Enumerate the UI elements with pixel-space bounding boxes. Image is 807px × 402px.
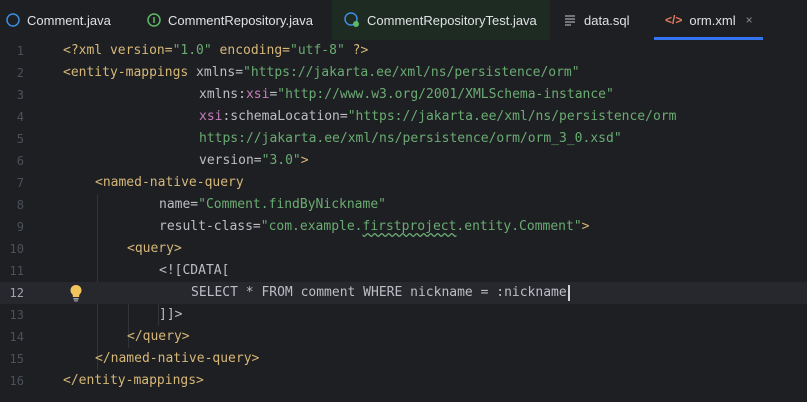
line-number: 11 [9,264,24,278]
line-number: 4 [16,110,24,124]
line-number: 3 [16,88,24,102]
editor-tab-bar: Comment.java CommentRepository.java Comm… [0,0,807,41]
code-text: <named-native-query [95,175,244,190]
code-line: 5 https://jakarta.ee/xml/ns/persistence/… [0,128,807,150]
line-number: 2 [16,66,24,80]
code-line: 9 result-class="com.example.firstproject… [0,216,807,238]
line-number: 14 [9,330,24,344]
code-line: 6 version="3.0"> [0,150,807,172]
line-number: 10 [9,242,24,256]
text-caret [567,284,570,301]
tab-label: CommentRepositoryTest.java [367,12,537,28]
code-text: version="3.0"> [199,153,309,168]
tab-label: orm.xml [689,12,736,28]
code-line: 2 <entity-mappings xmlns="https://jakart… [0,62,807,84]
tab-data-sql[interactable]: data.sql [563,0,643,40]
tab-comment-repository-java[interactable]: CommentRepository.java [147,0,317,40]
tab-label: data.sql [584,12,630,28]
line-number: 16 [9,374,24,388]
java-class-icon [6,13,20,27]
code-text: https://jakarta.ee/xml/ns/persistence/or… [199,131,622,146]
line-number: 9 [16,220,24,234]
code-text: result-class="com.example.firstproject.e… [159,219,590,234]
code-text: </query> [127,329,190,344]
interface-icon [147,13,161,27]
code-text: xsi:schemaLocation="https://jakarta.ee/x… [199,109,677,124]
code-line-current: 12 SELECT * FROM comment WHERE nickname … [0,282,807,304]
close-icon[interactable]: × [746,13,753,27]
code-editor[interactable]: 1 <?xml version="1.0" encoding="utf-8" ?… [0,40,807,402]
tab-label: Comment.java [27,12,111,28]
code-text: </entity-mappings> [63,373,204,388]
code-line: 14 </query> [0,326,807,348]
tab-comment-java[interactable]: Comment.java [6,0,126,40]
code-text: name="Comment.findByNickname" [159,197,386,212]
code-line: 1 <?xml version="1.0" encoding="utf-8" ?… [0,40,807,62]
code-text: ]]> [159,307,183,322]
code-text: <![CDATA[ [159,263,230,278]
code-line: 13 ]]> [0,304,807,326]
code-line: 7 <named-native-query [0,172,807,194]
code-text: <?xml version="1.0" encoding="utf-8" ?> [63,43,369,58]
code-line: 11 <![CDATA[ [0,260,807,282]
code-text: xmlns:xsi="http://www.w3.org/2001/XMLSch… [199,87,614,102]
sql-file-icon [563,13,577,27]
code-line: 15 </named-native-query> [0,348,807,370]
code-line: 8 name="Comment.findByNickname" [0,194,807,216]
code-text: <query> [127,241,182,256]
line-number: 7 [16,176,24,190]
code-text: </named-native-query> [95,351,260,366]
test-class-icon [344,12,360,28]
line-number: 8 [16,198,24,212]
tab-comment-repository-test-java[interactable]: CommentRepositoryTest.java [332,0,550,40]
tab-label: CommentRepository.java [168,12,313,28]
code-line: 4 xsi:schemaLocation="https://jakarta.ee… [0,106,807,128]
line-number: 1 [16,44,24,58]
line-number: 13 [9,308,24,322]
line-number: 6 [16,154,24,168]
line-number: 5 [16,132,24,146]
code-text: <entity-mappings xmlns="https://jakarta.… [63,65,580,80]
code-line: 16 </entity-mappings> [0,370,807,392]
line-number: 12 [9,286,24,300]
code-line: 10 <query> [0,238,807,260]
code-text: SELECT * FROM comment WHERE nickname = :… [191,282,570,304]
lightbulb-icon[interactable] [69,284,83,302]
code-line: 3 xmlns:xsi="http://www.w3.org/2001/XMLS… [0,84,807,106]
line-number: 15 [9,352,24,366]
xml-file-icon: </> [665,13,683,27]
tab-orm-xml[interactable]: </> orm.xml × [665,0,765,40]
